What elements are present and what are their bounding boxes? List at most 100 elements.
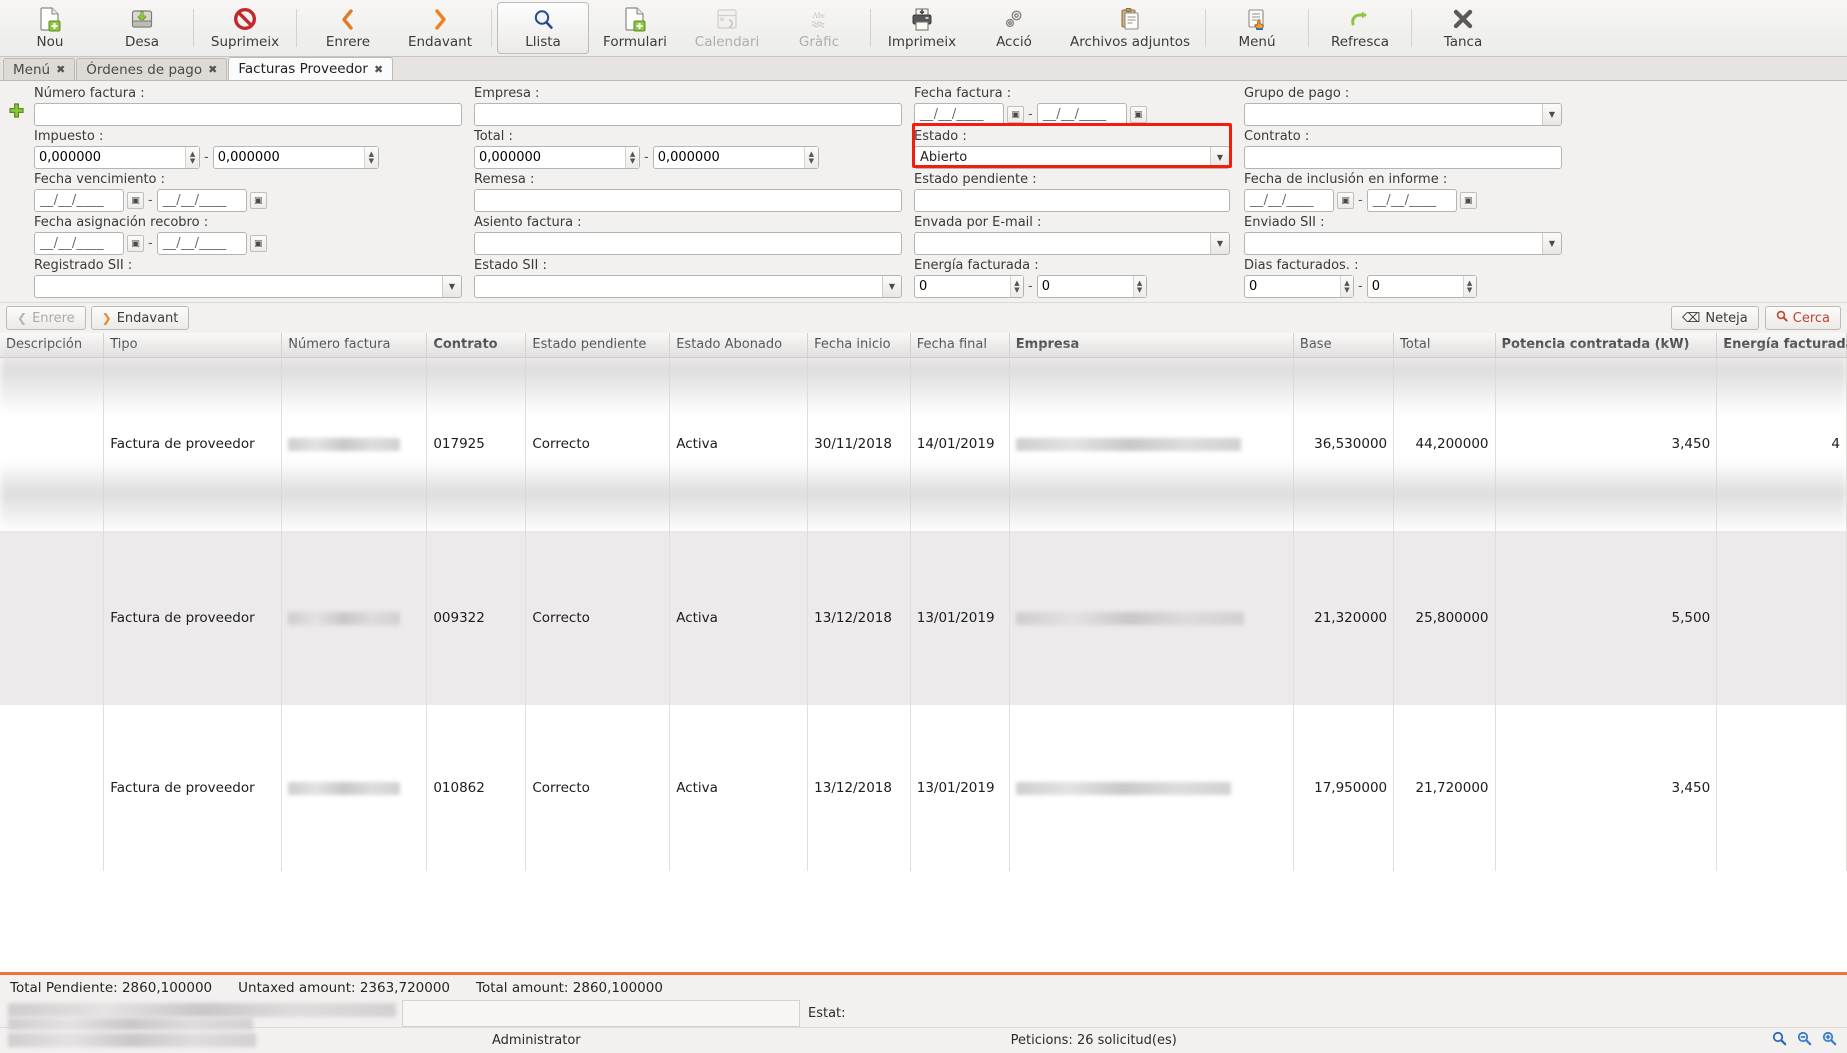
toolbar-button-desa[interactable]: Desa <box>96 2 188 54</box>
toolbar-button-enrere[interactable]: Enrere <box>302 2 394 54</box>
table-row[interactable]: Factura de proveedor 017925 Correcto Act… <box>0 357 1847 531</box>
fecha-asignacion-to-input[interactable]: __/__/____ <box>156 232 247 255</box>
clear-filters-button[interactable]: ⌫ Neteja <box>1670 306 1759 330</box>
fecha-inclusion-from-input[interactable]: __/__/____ <box>1244 189 1334 212</box>
results-table-container[interactable]: Descripción Tipo Número factura Contrato… <box>0 333 1847 972</box>
search-icon[interactable] <box>1772 1031 1787 1050</box>
chevron-down-icon[interactable]: ▼ <box>1542 104 1561 125</box>
impuesto-to-input[interactable] <box>213 147 364 168</box>
contrato-input[interactable] <box>1244 146 1562 169</box>
energia-to-spinner[interactable]: ▲▼ <box>1036 275 1147 298</box>
fecha-vencimiento-from-input[interactable]: __/__/____ <box>34 189 124 212</box>
toolbar-button-nou[interactable]: Nou <box>4 2 96 54</box>
toolbar-button-endavant[interactable]: Endavant <box>394 2 486 54</box>
dias-to-spinner[interactable]: ▲▼ <box>1366 275 1477 298</box>
calendar-picker-icon[interactable]: ▣ <box>1007 106 1024 123</box>
total-from-input[interactable] <box>475 147 626 168</box>
chevron-down-icon[interactable]: ▼ <box>442 276 461 297</box>
impuesto-from-spinner[interactable]: ▲▼ <box>34 146 200 169</box>
spinner-arrows-icon[interactable]: ▲ ▼ <box>363 147 378 168</box>
fecha-factura-from-input[interactable]: __/__/____ <box>914 103 1004 126</box>
column-header-base[interactable]: Base <box>1293 333 1395 358</box>
enviado-sii-combo[interactable]: ▼ <box>1244 232 1562 255</box>
column-header-fecha-final[interactable]: Fecha final <box>910 333 1010 358</box>
close-icon[interactable]: ✖ <box>56 63 65 76</box>
calendar-picker-icon[interactable]: ▣ <box>127 235 144 252</box>
total-to-input[interactable] <box>653 147 804 168</box>
close-icon[interactable]: ✖ <box>208 63 217 76</box>
impuesto-to-spinner[interactable]: ▲▼ <box>212 146 379 169</box>
toolbar-button-suprimeix[interactable]: Suprimeix <box>199 2 291 54</box>
add-filter-icon[interactable] <box>8 103 25 124</box>
toolbar-button-refresca[interactable]: Refresca <box>1314 2 1406 54</box>
spinner-arrows-icon[interactable]: ▲ ▼ <box>185 147 199 168</box>
fecha-asignacion-from-input[interactable]: __/__/____ <box>34 232 124 255</box>
spinner-arrows-icon[interactable]: ▲ ▼ <box>1339 276 1353 297</box>
search-button[interactable]: Cerca <box>1764 306 1841 330</box>
toolbar-button-archivos-adjuntos[interactable]: Archivos adjuntos <box>1060 2 1200 54</box>
column-header-energia-facturada[interactable]: Energía facturada <box>1716 333 1847 358</box>
grupo-de-pago-combo[interactable]: ▼ <box>1244 103 1562 126</box>
numero-factura-input[interactable] <box>34 103 462 126</box>
estado-sii-combo[interactable]: ▼ <box>474 275 902 298</box>
spinner-arrows-icon[interactable]: ▲ ▼ <box>625 147 639 168</box>
fecha-factura-to-input[interactable]: __/__/____ <box>1036 103 1127 126</box>
total-to-spinner[interactable]: ▲▼ <box>652 146 819 169</box>
column-header-contrato[interactable]: Contrato <box>426 333 527 358</box>
chevron-down-icon[interactable]: ▼ <box>1210 233 1229 254</box>
dias-from-input[interactable] <box>1245 276 1340 297</box>
impuesto-from-input[interactable] <box>35 147 186 168</box>
chevron-down-icon[interactable]: ▼ <box>1210 147 1229 168</box>
column-header-descripcion[interactable]: Descripción <box>0 333 105 358</box>
energia-from-input[interactable] <box>915 276 1010 297</box>
chevron-down-icon[interactable]: ▼ <box>882 276 901 297</box>
zoom-in-icon[interactable] <box>1822 1031 1837 1050</box>
energia-to-input[interactable] <box>1037 276 1133 297</box>
column-header-estado-pendiente[interactable]: Estado pendiente <box>525 333 671 358</box>
registrado-sii-combo[interactable]: ▼ <box>34 275 462 298</box>
column-header-tipo[interactable]: Tipo <box>103 333 283 358</box>
spinner-arrows-icon[interactable]: ▲ ▼ <box>1009 276 1023 297</box>
column-header-estado-abonado[interactable]: Estado Abonado <box>669 333 809 358</box>
spinner-arrows-icon[interactable]: ▲ ▼ <box>803 147 818 168</box>
total-from-spinner[interactable]: ▲▼ <box>474 146 640 169</box>
column-header-total[interactable]: Total <box>1393 333 1496 358</box>
calendar-picker-icon[interactable]: ▣ <box>1337 192 1354 209</box>
remesa-input[interactable] <box>474 189 902 212</box>
close-icon[interactable]: ✖ <box>374 63 383 76</box>
estado-combo[interactable]: Abierto ▼ <box>914 146 1230 169</box>
table-row[interactable]: Factura de proveedor 010862 Correcto Act… <box>0 705 1847 871</box>
calendar-picker-icon[interactable]: ▣ <box>249 192 267 209</box>
fecha-vencimiento-to-input[interactable]: __/__/____ <box>156 189 247 212</box>
toolbar-button-llista[interactable]: Llista <box>497 2 589 54</box>
toolbar-button-accio[interactable]: Acció <box>968 2 1060 54</box>
fecha-inclusion-to-input[interactable]: __/__/____ <box>1366 189 1457 212</box>
next-page-button[interactable]: ❯ Endavant <box>90 306 190 330</box>
chevron-down-icon[interactable]: ▼ <box>1542 233 1561 254</box>
toolbar-button-menu[interactable]: Menú <box>1211 2 1303 54</box>
asiento-factura-input[interactable] <box>474 232 902 255</box>
column-header-empresa[interactable]: Empresa <box>1009 333 1294 358</box>
status-input-box[interactable] <box>402 1000 800 1027</box>
zoom-out-icon[interactable] <box>1797 1031 1812 1050</box>
envada-por-email-combo[interactable]: ▼ <box>914 232 1230 255</box>
toolbar-button-tanca[interactable]: Tanca <box>1417 2 1509 54</box>
column-header-potencia-contratada[interactable]: Potencia contratada (kW) <box>1495 333 1718 358</box>
calendar-picker-icon[interactable]: ▣ <box>127 192 144 209</box>
tab-menu[interactable]: Menú ✖ <box>3 58 76 80</box>
column-header-numero-factura[interactable]: Número factura <box>281 333 428 358</box>
empresa-input[interactable] <box>474 103 902 126</box>
estado-pendiente-input[interactable] <box>914 189 1230 212</box>
tab-ordenes-de-pago[interactable]: Órdenes de pago ✖ <box>76 58 228 80</box>
calendar-picker-icon[interactable]: ▣ <box>1459 192 1477 209</box>
column-header-fecha-inicio[interactable]: Fecha inicio <box>807 333 911 358</box>
spinner-arrows-icon[interactable]: ▲ ▼ <box>1132 276 1146 297</box>
calendar-picker-icon[interactable]: ▣ <box>249 235 267 252</box>
toolbar-button-formulari[interactable]: Formulari <box>589 2 681 54</box>
spinner-arrows-icon[interactable]: ▲ ▼ <box>1462 276 1476 297</box>
tab-facturas-proveedor[interactable]: Facturas Proveedor ✖ <box>228 57 394 80</box>
prev-page-button[interactable]: ❮ Enrere <box>6 306 86 330</box>
table-row[interactable]: Factura de proveedor 009322 Correcto Act… <box>0 531 1847 705</box>
dias-to-input[interactable] <box>1367 276 1463 297</box>
dias-from-spinner[interactable]: ▲▼ <box>1244 275 1354 298</box>
